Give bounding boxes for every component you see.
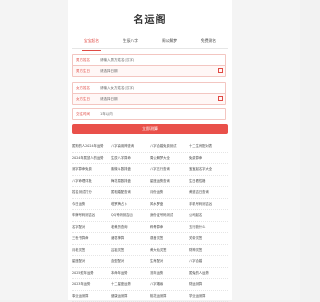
list-link[interactable]: 生肖配对 xyxy=(150,256,189,267)
list-link[interactable]: 宝宝起名字大全 xyxy=(189,164,228,175)
male-name-placeholder: 请输入男方姓名(汉字) xyxy=(100,58,134,63)
list-link[interactable]: 事业运测算 xyxy=(72,291,111,302)
list-link[interactable]: 老黄历查询 xyxy=(111,222,150,233)
list-link[interactable]: 梅花易数排盘 xyxy=(111,176,150,187)
female-birthday-field[interactable]: 女方生日 请选择日期 xyxy=(72,93,226,105)
list-row: 属狗的人2024年运势八字喜用神查询八字合婚免费测试十二生肖配对表 xyxy=(72,141,228,153)
list-link[interactable]: 车牌号码测吉凶 xyxy=(72,210,111,221)
tab-bar: 宝宝起名 生辰八字 周公解梦 免费测名 xyxy=(72,38,228,49)
list-link[interactable]: 姓名测试打分 xyxy=(72,187,111,198)
list-link[interactable]: 属相婚配查询 xyxy=(111,187,150,198)
list-link[interactable]: 月份运势 xyxy=(150,187,189,198)
list-link[interactable]: 八字姻缘 xyxy=(150,279,189,290)
list-row: 事业运测算健康运测算桃花运测算学业运测算 xyxy=(72,291,228,302)
list-link[interactable]: 月老灵签 xyxy=(72,245,111,256)
list-link[interactable]: 十二生肖配对表 xyxy=(189,141,228,152)
list-link[interactable]: 十二星座运势 xyxy=(111,279,150,290)
list-link[interactable]: 学业运测算 xyxy=(189,291,228,302)
list-row: 2024年属鼠人的运势生辰八字算命周公解梦大全免费算命 xyxy=(72,153,228,165)
list-link[interactable]: 黄道吉日查询 xyxy=(189,187,228,198)
list-link[interactable]: 身份证号码测试 xyxy=(150,210,189,221)
list-link[interactable]: 紫微斗数排盘 xyxy=(111,164,150,175)
submit-button[interactable]: 立即测算 xyxy=(72,124,228,134)
dating-time-value: 1年以内 xyxy=(100,112,113,117)
male-birthday-field[interactable]: 男方生日 请选择日期 xyxy=(72,65,226,77)
male-name-label: 男方姓名 xyxy=(76,58,90,63)
list-link[interactable]: 称骨算命 xyxy=(150,222,189,233)
list-link[interactable]: 免费算命 xyxy=(189,153,228,164)
list-link[interactable]: 名字配对 xyxy=(72,222,111,233)
list-row: 2023年运势十二星座运势八字姻缘财运测算 xyxy=(72,279,228,291)
list-link[interactable]: 星座运势查询 xyxy=(150,176,189,187)
tab-baby-naming[interactable]: 宝宝起名 xyxy=(72,38,111,48)
female-name-placeholder: 请输入女方姓名(汉字) xyxy=(100,86,134,91)
list-link[interactable]: 五行缺什么 xyxy=(189,222,228,233)
list-link[interactable]: 诸葛神算 xyxy=(111,233,150,244)
list-row: 月老灵签吕祖灵签黄大仙灵签财神灵签 xyxy=(72,245,228,257)
list-link[interactable]: 黄大仙灵签 xyxy=(150,245,189,256)
list-row: 姓名测试打分属相婚配查询月份运势黄道吉日查询 xyxy=(72,187,228,199)
male-birthday-placeholder: 请选择日期 xyxy=(100,69,118,74)
page: 名运阁 宝宝起名 生辰八字 周公解梦 免费测名 男方姓名 请输入男方姓名(汉字)… xyxy=(0,0,300,300)
list-link[interactable]: 2024年属鼠人的运势 xyxy=(72,153,111,164)
female-name-label: 女方姓名 xyxy=(76,86,90,91)
list-link[interactable]: 财神灵签 xyxy=(189,245,228,256)
list-link[interactable]: 财运测算 xyxy=(189,279,228,290)
calendar-icon[interactable] xyxy=(218,96,223,101)
tab-dream[interactable]: 周公解梦 xyxy=(150,38,189,48)
list-link[interactable]: 属狗的人2024年运势 xyxy=(72,141,111,152)
list-link[interactable]: 流年运势 xyxy=(150,268,189,279)
list-link[interactable]: 八字合婚 xyxy=(189,256,228,267)
list-link[interactable]: 三世书算命 xyxy=(72,233,111,244)
list-link[interactable]: 星座配对 xyxy=(72,256,111,267)
list-link[interactable]: 塔罗牌占卜 xyxy=(111,199,150,210)
list-link[interactable]: 健康运测算 xyxy=(111,291,150,302)
main-card: 名运阁 宝宝起名 生辰八字 周公解梦 免费测名 男方姓名 请输入男方姓名(汉字)… xyxy=(68,0,232,300)
female-birthday-placeholder: 请选择日期 xyxy=(100,97,118,102)
calendar-icon[interactable] xyxy=(218,68,223,73)
list-link[interactable]: 血型配对 xyxy=(111,256,150,267)
list-link[interactable]: QQ号码测吉凶 xyxy=(111,210,150,221)
list-row: 八字命理详批梅花易数排盘星座运势查询生日看性格 xyxy=(72,176,228,188)
list-link[interactable]: 测字算命免费 xyxy=(72,164,111,175)
list-link[interactable]: 今日运势 xyxy=(72,199,111,210)
list-row: 测字算命免费紫微斗数排盘八字五行查询宝宝起名字大全 xyxy=(72,164,228,176)
list-link[interactable]: 周公解梦大全 xyxy=(150,153,189,164)
list-link[interactable]: 手机号码测吉凶 xyxy=(189,199,228,210)
list-link[interactable]: 风水罗盘 xyxy=(150,199,189,210)
list-row: 名字配对老黄历查询称骨算命五行缺什么 xyxy=(72,222,228,234)
female-birthday-label: 女方生日 xyxy=(76,97,90,102)
list-row: 车牌号码测吉凶QQ号码测吉凶身份证号码测试公司起名 xyxy=(72,210,228,222)
list-link[interactable]: 关帝灵签 xyxy=(189,233,228,244)
list-link[interactable]: 观音灵签 xyxy=(150,233,189,244)
app-title: 名运阁 xyxy=(68,11,232,26)
list-link[interactable]: 属兔的人运势 xyxy=(189,268,228,279)
dating-time-label: 交往时间 xyxy=(76,112,90,117)
list-link[interactable]: 八字喜用神查询 xyxy=(111,141,150,152)
list-link[interactable]: 2025蛇年运势 xyxy=(72,268,111,279)
list-link[interactable]: 八字命理详批 xyxy=(72,176,111,187)
male-birthday-label: 男方生日 xyxy=(76,69,90,74)
list-link[interactable]: 公司起名 xyxy=(189,210,228,221)
dating-time-select[interactable]: 交往时间 1年以内 xyxy=(72,108,226,120)
list-link[interactable]: 2023年运势 xyxy=(72,279,111,290)
tab-name-test[interactable]: 免费测名 xyxy=(189,38,228,48)
list-link[interactable]: 本命年运势 xyxy=(111,268,150,279)
list-link[interactable]: 八字合婚免费测试 xyxy=(150,141,189,152)
list-row: 2025蛇年运势本命年运势流年运势属兔的人运势 xyxy=(72,268,228,280)
link-list: 属狗的人2024年运势八字喜用神查询八字合婚免费测试十二生肖配对表2024年属鼠… xyxy=(72,141,228,302)
list-row: 今日运势塔罗牌占卜风水罗盘手机号码测吉凶 xyxy=(72,199,228,211)
list-link[interactable]: 桃花运测算 xyxy=(150,291,189,302)
list-row: 三世书算命诸葛神算观音灵签关帝灵签 xyxy=(72,233,228,245)
list-link[interactable]: 八字五行查询 xyxy=(150,164,189,175)
list-link[interactable]: 生辰八字算命 xyxy=(111,153,150,164)
list-row: 星座配对血型配对生肖配对八字合婚 xyxy=(72,256,228,268)
list-link[interactable]: 生日看性格 xyxy=(189,176,228,187)
tab-bazi[interactable]: 生辰八字 xyxy=(111,38,150,48)
list-link[interactable]: 吕祖灵签 xyxy=(111,245,150,256)
